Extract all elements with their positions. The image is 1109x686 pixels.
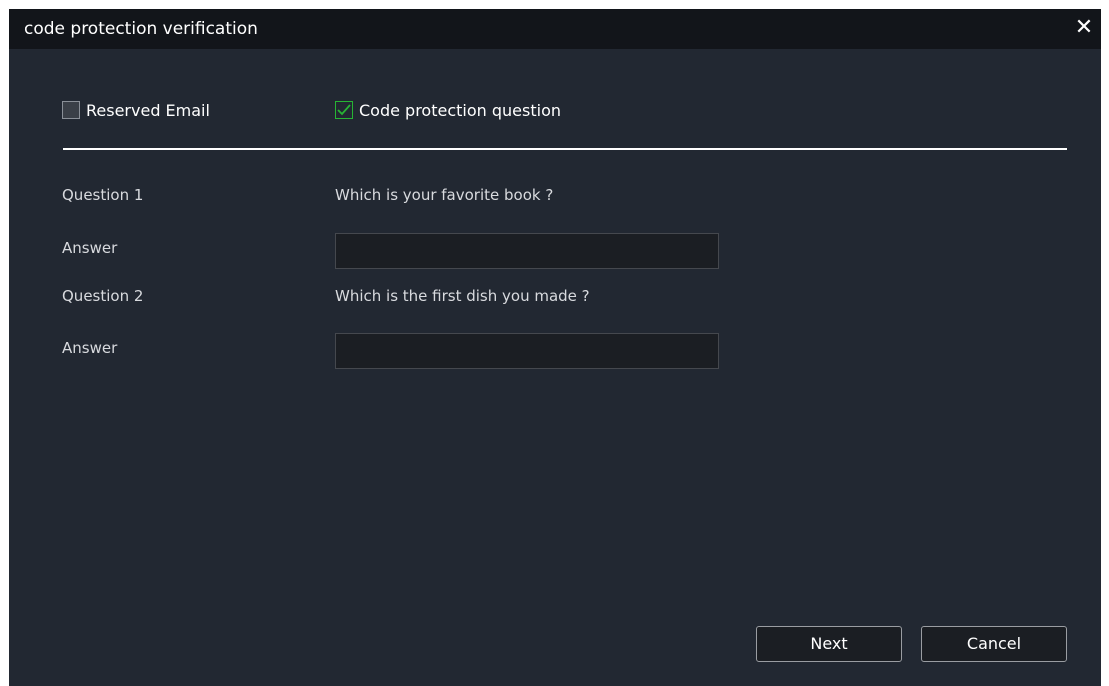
question-2-label: Question 2 xyxy=(62,287,144,305)
protection-question-option[interactable]: Code protection question xyxy=(335,99,561,121)
dialog-title: code protection verification xyxy=(24,19,258,39)
reserved-email-option[interactable]: Reserved Email xyxy=(62,99,210,121)
answer-2-input[interactable] xyxy=(335,333,719,369)
title-bar: code protection verification ✕ xyxy=(9,9,1101,49)
checkmark-icon xyxy=(337,104,351,116)
question-1-text: Which is your favorite book ? xyxy=(335,186,554,204)
answer-2-label: Answer xyxy=(62,339,118,357)
cancel-button[interactable]: Cancel xyxy=(921,626,1067,662)
reserved-email-label: Reserved Email xyxy=(86,100,210,120)
question-1-label: Question 1 xyxy=(62,186,144,204)
question-2-text: Which is the first dish you made ? xyxy=(335,287,590,305)
answer-1-input[interactable] xyxy=(335,233,719,269)
reserved-email-checkbox[interactable] xyxy=(62,101,80,119)
next-button[interactable]: Next xyxy=(756,626,902,662)
protection-question-checkbox[interactable] xyxy=(335,101,353,119)
answer-1-label: Answer xyxy=(62,239,118,257)
divider xyxy=(63,148,1067,150)
close-icon[interactable]: ✕ xyxy=(1073,17,1095,39)
verification-dialog: code protection verification ✕ Reserved … xyxy=(9,9,1101,686)
protection-question-label: Code protection question xyxy=(359,100,561,120)
